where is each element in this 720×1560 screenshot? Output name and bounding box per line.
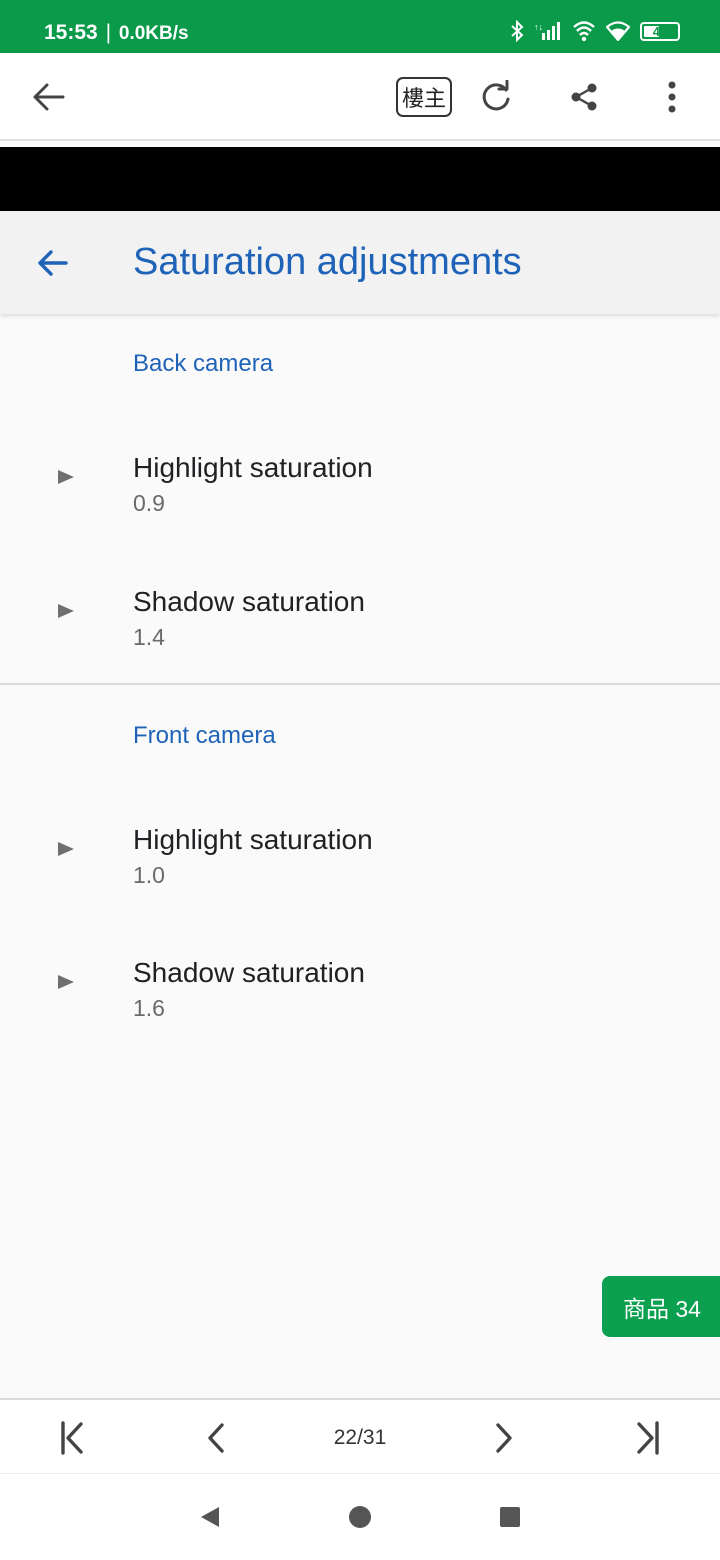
first-page-button[interactable] <box>48 1414 96 1462</box>
arrow-left-icon <box>38 250 68 276</box>
pref-title: Shadow saturation <box>133 586 365 617</box>
pref-value: 1.6 <box>133 995 165 1021</box>
pref-back-shadow-saturation[interactable]: Shadow saturation 1.4 <box>0 586 720 706</box>
first-page-icon <box>61 1421 83 1455</box>
signal-icon: ↑↓ <box>534 22 560 40</box>
bluetooth-icon <box>511 20 524 42</box>
pref-front-shadow-saturation[interactable]: Shadow saturation 1.6 <box>0 957 720 1077</box>
chevron-right-icon <box>496 1423 512 1453</box>
section-divider <box>0 683 720 685</box>
nav-home-icon <box>349 1506 371 1528</box>
more-options-button[interactable] <box>648 73 696 121</box>
refresh-icon <box>482 80 510 111</box>
section-header-back-camera: Back camera <box>133 350 274 377</box>
status-bar: 15:53 | 0.0KB/s ↑↓ 47 <box>0 0 720 53</box>
share-button[interactable] <box>560 73 608 121</box>
page-navigator: 22/31 <box>0 1398 720 1474</box>
more-vert-icon <box>668 81 676 113</box>
pref-front-highlight-saturation[interactable]: Highlight saturation 1.0 <box>0 824 720 944</box>
status-separator: | <box>105 21 112 44</box>
black-band <box>0 147 720 211</box>
last-page-icon <box>637 1421 659 1455</box>
status-icons: ↑↓ 47 <box>510 20 680 42</box>
wifi-icon <box>606 21 630 41</box>
expand-arrow-icon <box>58 842 74 856</box>
original-poster-button[interactable]: 樓主 <box>396 77 452 117</box>
section-header-front-camera: Front camera <box>133 722 276 749</box>
expand-arrow-icon <box>58 604 74 618</box>
nav-back-icon <box>201 1507 219 1527</box>
next-page-button[interactable] <box>480 1414 528 1462</box>
page-indicator: 22/31 <box>333 1426 387 1449</box>
expand-arrow-icon <box>58 470 74 484</box>
pref-title: Highlight saturation <box>133 452 373 483</box>
last-page-button[interactable] <box>624 1414 672 1462</box>
nav-recents-button[interactable] <box>486 1493 534 1541</box>
app-bar: 樓主 <box>0 53 720 141</box>
chevron-left-icon <box>208 1423 224 1453</box>
network-speed: 0.0KB/s <box>118 23 189 44</box>
status-time-row: 15:53 | 0.0KB/s <box>44 21 189 45</box>
previous-page-button[interactable] <box>192 1414 240 1462</box>
pref-value: 1.0 <box>133 862 165 888</box>
nav-recents-icon <box>500 1507 520 1527</box>
share-icon <box>571 83 597 111</box>
pref-title: Highlight saturation <box>133 824 373 855</box>
arrow-left-icon <box>33 83 65 111</box>
goods-button[interactable]: 商品 34 <box>602 1276 720 1337</box>
page-title: Saturation adjustments <box>133 241 522 283</box>
hotspot-icon <box>573 21 595 42</box>
battery-icon: 47 <box>640 21 680 41</box>
system-navigation-bar <box>0 1474 720 1560</box>
settings-toolbar: Saturation adjustments <box>0 211 720 314</box>
status-time: 15:53 <box>44 21 98 44</box>
expand-arrow-icon <box>58 975 74 989</box>
pref-value: 0.9 <box>133 490 165 516</box>
refresh-button[interactable] <box>472 73 520 121</box>
svg-text:↑↓: ↑↓ <box>534 22 543 32</box>
back-button[interactable] <box>24 73 72 121</box>
nav-back-button[interactable] <box>186 1493 234 1541</box>
pref-title: Shadow saturation <box>133 957 365 988</box>
settings-back-button[interactable] <box>28 239 76 287</box>
battery-level: 47 <box>652 23 668 39</box>
pref-back-highlight-saturation[interactable]: Highlight saturation 0.9 <box>0 452 720 572</box>
pref-value: 1.4 <box>133 624 165 650</box>
nav-home-button[interactable] <box>336 1493 384 1541</box>
